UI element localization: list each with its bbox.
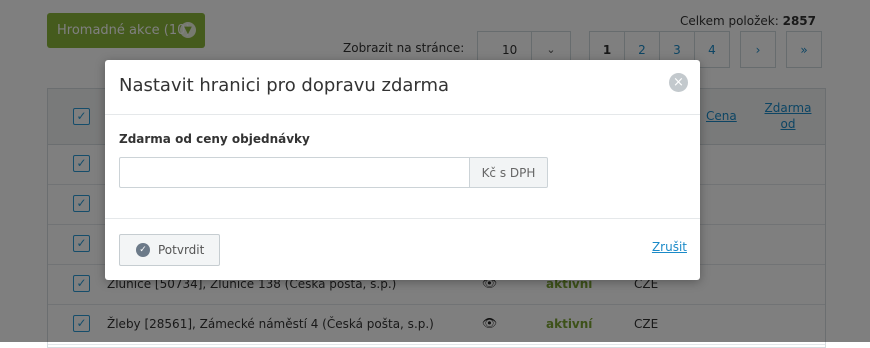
confirm-button[interactable]: ✓ Potvrdit	[119, 234, 220, 266]
free-from-price-label: Zdarma od ceny objednávky	[119, 132, 310, 146]
dialog-title: Nastavit hranici pro dopravu zdarma	[119, 75, 450, 96]
divider	[105, 114, 700, 115]
free-from-price-input[interactable]	[119, 157, 470, 188]
confirm-label: Potvrdit	[158, 243, 205, 257]
close-icon[interactable]: ×	[669, 73, 688, 92]
currency-addon: Kč s DPH	[469, 157, 548, 188]
free-shipping-threshold-dialog: Nastavit hranici pro dopravu zdarma × Zd…	[105, 60, 700, 280]
divider	[105, 218, 700, 219]
check-circle-icon: ✓	[136, 243, 150, 257]
cancel-link[interactable]: Zrušit	[652, 240, 687, 254]
